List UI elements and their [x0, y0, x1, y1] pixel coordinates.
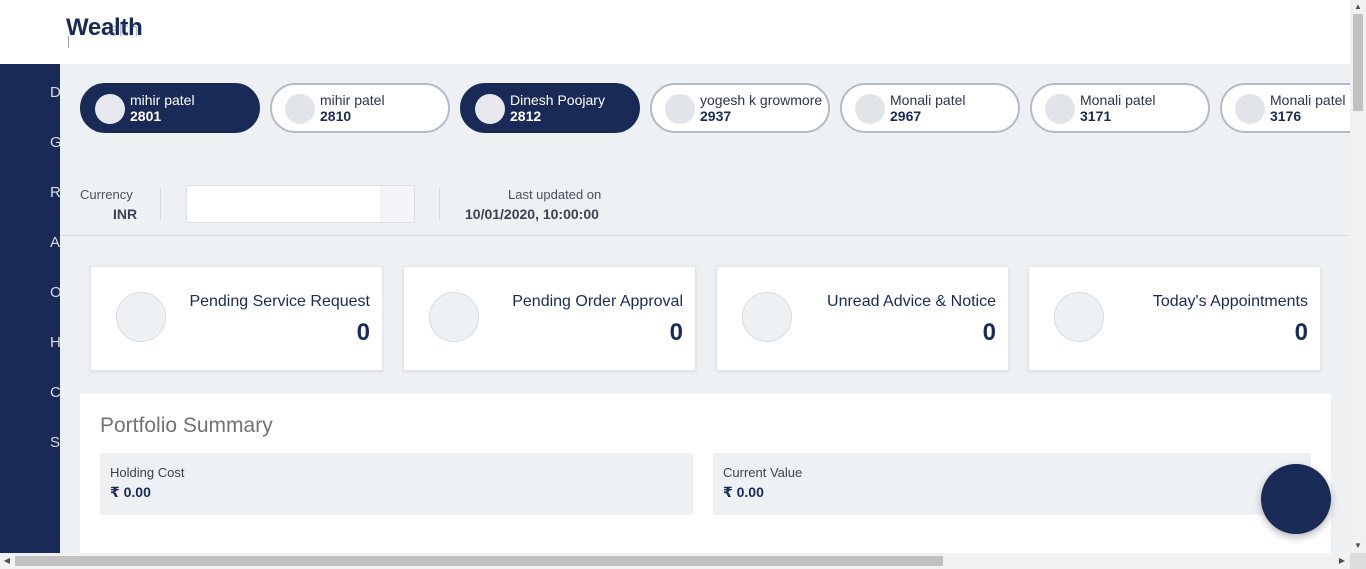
order-approval-icon	[429, 292, 479, 342]
client-name: Dinesh Poojary	[510, 92, 605, 108]
currency-label: Currency	[80, 187, 133, 202]
client-code: 2810	[320, 108, 352, 124]
divider	[160, 188, 161, 220]
stat-value: 0	[669, 319, 683, 346]
holding-cost-value: ₹ 0.00	[110, 484, 151, 500]
sidebar-item-g[interactable]: G	[50, 134, 60, 151]
app-logo[interactable]: elth Wealth	[66, 14, 156, 48]
client-code: 3171	[1080, 108, 1112, 124]
stat-card-unread-advice[interactable]: Unread Advice & Notice 0	[716, 266, 1009, 371]
client-avatar	[665, 94, 695, 124]
stat-title: Unread Advice & Notice	[827, 293, 996, 310]
stat-value: 0	[1294, 319, 1308, 346]
service-request-icon	[116, 292, 166, 342]
client-name: mihir patel	[130, 92, 195, 108]
text-caret	[68, 36, 69, 48]
holding-cost-label: Holding Cost	[110, 465, 185, 480]
vertical-scrollbar[interactable]: ▲ ▼	[1350, 0, 1366, 553]
currency-value: INR	[113, 206, 138, 222]
client-name: mihir patel	[320, 92, 385, 108]
client-chip[interactable]: Monali patel 3171	[1030, 83, 1210, 133]
horizontal-scrollbar[interactable]: ◀ ▶	[0, 553, 1350, 569]
client-code: 2812	[510, 108, 542, 124]
client-chip[interactable]: Monali patel 2967	[840, 83, 1020, 133]
client-avatar	[1235, 94, 1265, 124]
scroll-up-arrow-icon[interactable]: ▲	[1350, 1, 1366, 13]
client-avatar	[475, 94, 505, 124]
stat-card-todays-appointments[interactable]: Today's Appointments 0	[1028, 266, 1321, 371]
client-chip[interactable]: mihir patel 2801	[80, 83, 260, 133]
client-avatar	[95, 94, 125, 124]
stat-value: 0	[356, 319, 370, 346]
logo-text: Wealth	[66, 14, 143, 41]
current-value-value: ₹ 0.00	[723, 484, 764, 500]
stat-value: 0	[982, 319, 996, 346]
client-chip[interactable]: mihir patel 2810	[270, 83, 450, 133]
horizontal-scroll-thumb[interactable]	[15, 556, 943, 566]
main-content: mihir patel 2801 mihir patel 2810 Dinesh…	[60, 64, 1350, 553]
scroll-right-arrow-icon[interactable]: ▶	[1336, 555, 1348, 567]
floating-action-button[interactable]	[1261, 464, 1331, 534]
sidebar-item-r[interactable]: R	[50, 184, 60, 201]
sidebar-item-d[interactable]: D	[50, 84, 60, 101]
last-updated-label: Last updated on	[508, 187, 602, 202]
client-chip[interactable]: Monali patel 3176	[1220, 83, 1350, 133]
client-avatar	[1045, 94, 1075, 124]
stat-title: Pending Service Request	[189, 293, 370, 310]
client-name: yogesh k growmore	[700, 92, 823, 108]
client-chip[interactable]: Dinesh Poojary 2812	[460, 83, 640, 133]
scrollbar-corner	[1350, 553, 1366, 569]
holding-cost-box: Holding Cost ₹ 0.00	[100, 453, 693, 515]
client-code: 3176	[1270, 108, 1302, 124]
client-name: Monali patel	[1080, 92, 1156, 108]
portfolio-summary-title: Portfolio Summary	[100, 414, 273, 437]
client-name: Monali patel	[890, 92, 966, 108]
sidebar-nav: D G R A O H C S	[0, 64, 60, 553]
client-code: 2967	[890, 108, 922, 124]
advice-notice-icon	[742, 292, 792, 342]
current-value-box: Current Value ₹ 0.00	[713, 453, 1311, 515]
vertical-scroll-thumb[interactable]	[1353, 14, 1363, 111]
sidebar-item-o[interactable]: O	[50, 284, 60, 301]
stat-card-pending-order-approval[interactable]: Pending Order Approval 0	[403, 266, 696, 371]
client-code: 2801	[130, 108, 162, 124]
currency-select-toggle[interactable]	[380, 186, 414, 222]
info-bar: Currency INR Last updated on 10/01/2020,…	[60, 174, 1350, 236]
client-code: 2937	[700, 108, 732, 124]
top-header: elth Wealth	[0, 0, 1350, 64]
divider	[439, 188, 440, 220]
stat-title: Today's Appointments	[1152, 293, 1308, 310]
sidebar-item-s[interactable]: S	[50, 434, 60, 451]
stat-title: Pending Order Approval	[512, 293, 683, 310]
sidebar-item-h[interactable]: H	[50, 334, 60, 351]
scroll-left-arrow-icon[interactable]: ◀	[1, 555, 13, 567]
scroll-down-arrow-icon[interactable]: ▼	[1350, 540, 1366, 552]
client-chip[interactable]: yogesh k growmore 2937	[650, 83, 830, 133]
stat-card-pending-service-request[interactable]: Pending Service Request 0	[90, 266, 383, 371]
current-value-label: Current Value	[723, 465, 803, 480]
client-name: Monali patel	[1270, 92, 1346, 108]
client-avatar	[285, 94, 315, 124]
client-avatar	[855, 94, 885, 124]
sidebar-item-a[interactable]: A	[50, 234, 60, 251]
currency-select[interactable]	[186, 185, 415, 223]
last-updated-value: 10/01/2020, 10:00:00	[465, 206, 599, 222]
portfolio-summary-panel: Portfolio Summary Holding Cost ₹ 0.00 Cu…	[80, 394, 1331, 553]
sidebar-item-c[interactable]: C	[50, 384, 60, 401]
appointments-icon	[1054, 292, 1104, 342]
